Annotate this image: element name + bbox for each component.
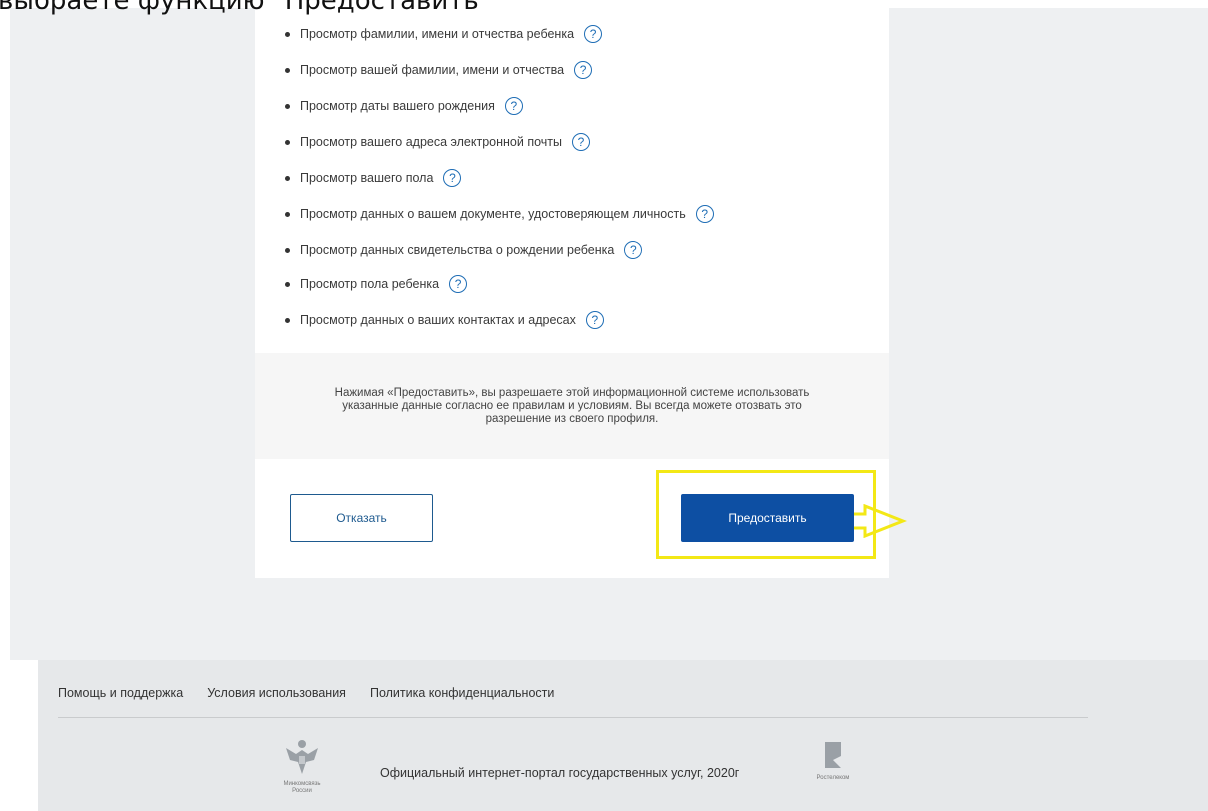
bullet-icon (285, 31, 290, 37)
footer-divider (58, 717, 1088, 718)
permission-label: Просмотр данных о ваших контактах и адре… (300, 313, 576, 327)
consent-notice: Нажимая «Предоставить», вы разрешаете эт… (255, 353, 889, 459)
permission-label: Просмотр вашего пола (300, 171, 434, 185)
permission-item: Просмотр данных о ваших контактах и адре… (285, 308, 604, 332)
permission-label: Просмотр пола ребенка (300, 277, 440, 291)
footer: Помощь и поддержка Условия использования… (38, 660, 1208, 811)
grant-button[interactable]: Предоставить (681, 494, 854, 542)
mincom-caption: России (292, 788, 312, 794)
refuse-button[interactable]: Отказать (290, 494, 433, 542)
consent-line: указанные данные согласно ее правилам и … (342, 399, 802, 412)
help-icon[interactable]: ? (449, 275, 468, 293)
bullet-icon (285, 247, 290, 253)
help-icon[interactable]: ? (695, 205, 714, 223)
permission-label: Просмотр вашей фамилии, имени и отчества (300, 63, 565, 77)
permission-item: Просмотр вашей фамилии, имени и отчества… (285, 58, 593, 82)
permission-label: Просмотр вашего адреса электронной почты (300, 135, 562, 149)
rostelecom-logo: Ростелеком (808, 740, 858, 782)
permission-item: Просмотр пола ребенка? (285, 272, 468, 296)
bullet-icon (285, 67, 290, 73)
eagle-emblem-icon (286, 740, 318, 774)
bullet-icon (285, 211, 290, 217)
footer-link-terms[interactable]: Условия использования (207, 686, 346, 700)
help-icon[interactable]: ? (572, 133, 590, 151)
footer-link-privacy[interactable]: Политика конфиденциальности (370, 686, 554, 700)
permission-label: Просмотр данных о вашем документе, удост… (300, 207, 686, 221)
permission-label: Просмотр фамилии, имени и отчества ребен… (300, 27, 575, 41)
mincom-caption: Минкомсвязь (283, 781, 321, 787)
help-icon[interactable]: ? (443, 169, 462, 187)
permission-item: Просмотр данных свидетельства о рождении… (285, 238, 643, 262)
footer-link-help[interactable]: Помощь и поддержка (58, 686, 183, 700)
bullet-icon (285, 317, 290, 323)
permission-label: Просмотр даты вашего рождения (300, 99, 495, 113)
permission-item: Просмотр вашего адреса электронной почты… (285, 130, 590, 154)
bullet-icon (285, 281, 290, 287)
consent-line: разрешение из своего профиля. (485, 412, 659, 425)
permission-item: Просмотр даты вашего рождения? (285, 94, 523, 118)
help-icon[interactable]: ? (504, 97, 523, 115)
portal-text: Официальный интернет-портал государствен… (380, 766, 740, 780)
mincomsvyaz-logo: Минкомсвязь России (274, 736, 330, 795)
consent-card: Просмотр фамилии, имени и отчества ребен… (255, 8, 907, 578)
permission-item: Просмотр вашего пола? (285, 166, 462, 190)
help-icon[interactable]: ? (574, 61, 593, 79)
help-icon[interactable]: ? (585, 311, 604, 329)
permission-item: Просмотр данных о вашем документе, удост… (285, 202, 714, 226)
overlay-caption: выбраете функцию "Предоставить" (0, 0, 491, 16)
help-icon[interactable]: ? (584, 25, 603, 43)
help-icon[interactable]: ? (624, 241, 643, 259)
consent-line: Нажимая «Предоставить», вы разрешаете эт… (334, 386, 810, 399)
bullet-icon (285, 103, 290, 109)
consent-text: Нажимая «Предоставить», вы разрешаете эт… (302, 387, 842, 426)
bullet-icon (285, 175, 290, 181)
rostelecom-icon (825, 742, 841, 768)
bullet-icon (285, 139, 290, 145)
permission-label: Просмотр данных свидетельства о рождении… (300, 243, 615, 257)
rostelecom-caption: Ростелеком (816, 775, 850, 781)
footer-links: Помощь и поддержка Условия использования… (58, 686, 554, 700)
